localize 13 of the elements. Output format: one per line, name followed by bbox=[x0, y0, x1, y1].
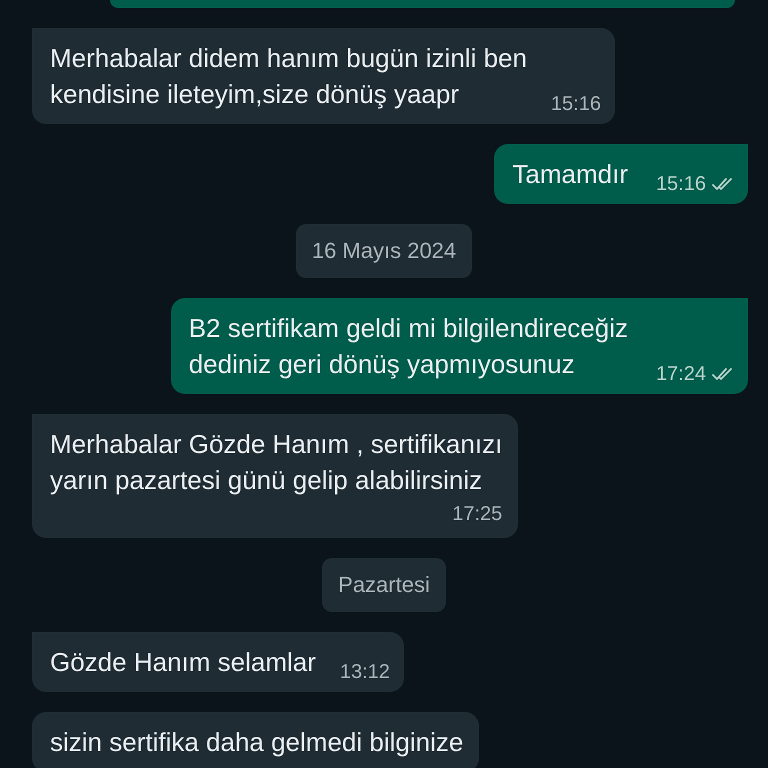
message-time: 15:16 bbox=[656, 172, 706, 196]
message-time: 17:25 bbox=[452, 502, 502, 526]
date-chip: Pazartesi bbox=[322, 558, 446, 612]
date-chip: 16 Mayıs 2024 bbox=[296, 224, 472, 278]
message-time: 13:12 bbox=[340, 660, 390, 684]
message-text: Gözde Hanım selamlar bbox=[50, 646, 316, 679]
message-text: B2 sertifikam geldi mi bilgilendireceğiz dediniz geri dönüş yapmıyosunuz bbox=[188, 312, 628, 381]
message-time: 15:16 bbox=[550, 92, 601, 116]
message-text: sizin sertifika daha gelmedi bilginize bbox=[50, 726, 464, 759]
message-time: 17:24 bbox=[656, 362, 706, 386]
message-text: Tamamdır bbox=[512, 158, 628, 191]
message-text: Merhabalar didem hanım bugün izinli ben kendisine ileteyim,size dönüş yaapr bbox=[50, 42, 527, 111]
message-text: Merhabalar Gözde Hanım , sertifikanızı yarın pazartesi günü gelip alabilirsiniz bbox=[50, 428, 502, 497]
